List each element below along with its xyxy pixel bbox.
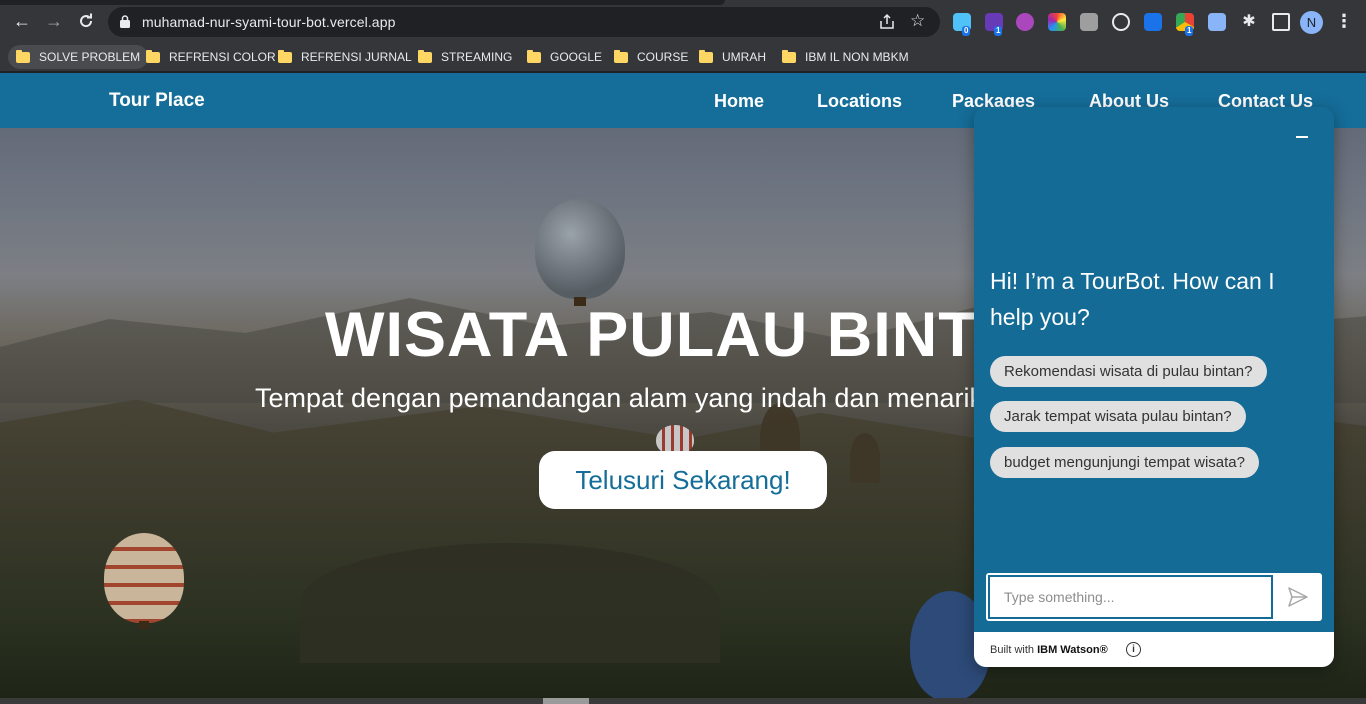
extension-badge: 1	[994, 26, 1003, 36]
hot-air-balloon	[535, 199, 625, 299]
folder-icon	[614, 49, 628, 63]
bookmarks-bar: SOLVE PROBLEM REFRENSI COLOR REFRENSI JU…	[0, 42, 1366, 72]
extension-badge: 1	[1185, 26, 1194, 36]
nav-home[interactable]: Home	[714, 91, 764, 112]
bookmark-folder-google[interactable]: GOOGLE	[527, 45, 602, 69]
info-icon[interactable]: i	[1126, 642, 1141, 657]
explore-now-button[interactable]: Telusuri Sekarang!	[539, 451, 827, 509]
hero-title: WISATA PULAU BINTAN	[325, 300, 1067, 370]
folder-icon	[782, 49, 796, 63]
folder-icon	[418, 49, 432, 63]
folder-icon	[278, 49, 292, 63]
suggestion-chip[interactable]: Rekomendasi wisata di pulau bintan?	[990, 356, 1267, 387]
background-hill	[300, 543, 720, 663]
bookmark-folder-streaming[interactable]: STREAMING	[418, 45, 512, 69]
hot-air-balloon	[104, 533, 184, 623]
bookmark-folder-umrah[interactable]: UMRAH	[699, 45, 766, 69]
folder-icon	[699, 49, 713, 63]
reload-icon[interactable]	[73, 8, 99, 34]
horizontal-scrollbar[interactable]	[0, 698, 1366, 704]
translate-extension-icon[interactable]	[1144, 13, 1162, 31]
color-picker-extension-icon[interactable]	[1048, 13, 1066, 31]
extension-icon-3[interactable]	[1016, 13, 1034, 31]
folder-icon	[16, 49, 30, 63]
profile-avatar[interactable]: N	[1300, 11, 1323, 34]
tab-strip	[0, 0, 725, 5]
chat-input-container	[986, 573, 1322, 621]
ibm-watson-label: IBM Watson®	[1037, 644, 1108, 656]
chatbot-greeting: Hi! I’m a TourBot. How can I help you?	[990, 268, 1275, 330]
folder-icon	[527, 49, 541, 63]
bookmark-folder-solve-problem[interactable]: SOLVE PROBLEM	[8, 45, 149, 69]
bookmark-folder-refrensi-color[interactable]: REFRENSI COLOR	[146, 45, 276, 69]
rock-spire	[850, 433, 880, 483]
extension-icon-9[interactable]	[1208, 13, 1226, 31]
chat-message-input[interactable]	[988, 575, 1273, 619]
chat-footer: Built with IBM Watson® i	[974, 632, 1334, 667]
built-with-text: Built with IBM Watson®	[990, 644, 1108, 656]
address-bar[interactable]: muhamad-nur-syami-tour-bot.vercel.app ☆	[108, 7, 940, 37]
bookmark-folder-course[interactable]: COURSE	[614, 45, 688, 69]
extension-icon-6[interactable]	[1112, 13, 1130, 31]
forward-icon[interactable]: →	[41, 8, 67, 34]
nav-locations[interactable]: Locations	[817, 91, 902, 112]
side-panel-icon[interactable]	[1272, 13, 1290, 31]
lock-icon	[120, 15, 130, 28]
share-icon[interactable]	[878, 13, 896, 31]
folder-icon	[146, 49, 160, 63]
bookmark-star-icon[interactable]: ☆	[910, 11, 925, 31]
bookmark-folder-ibm-il-non-mbkm[interactable]: IBM IL NON MBKM	[782, 45, 909, 69]
scrollbar-thumb[interactable]	[543, 698, 589, 704]
puzzle-extensions-icon[interactable]: ✱	[1240, 13, 1258, 31]
hero-subtitle: Tempat dengan pemandangan alam yang inda…	[255, 383, 984, 413]
send-icon[interactable]	[1286, 585, 1310, 609]
chatbot-widget: Hi! I’m a TourBot. How can I help you? R…	[974, 107, 1334, 667]
balloon-basket	[139, 621, 149, 629]
minimize-icon[interactable]	[1295, 130, 1309, 144]
menu-kebab-icon[interactable]: ⋮	[1335, 11, 1353, 32]
site-brand-logo[interactable]: Tour Place	[109, 90, 205, 112]
browser-toolbar: ← → muhamad-nur-syami-tour-bot.vercel.ap…	[0, 0, 1366, 42]
suggestion-chip[interactable]: budget mengunjungi tempat wisata?	[990, 447, 1259, 478]
url-text: muhamad-nur-syami-tour-bot.vercel.app	[142, 14, 396, 30]
extension-badge: 0	[962, 26, 971, 36]
extension-icon-5[interactable]	[1080, 13, 1098, 31]
suggestion-chip[interactable]: Jarak tempat wisata pulau bintan?	[990, 401, 1246, 432]
bookmark-folder-refrensi-jurnal[interactable]: REFRENSI JURNAL	[278, 45, 412, 69]
back-icon[interactable]: ←	[9, 8, 35, 34]
